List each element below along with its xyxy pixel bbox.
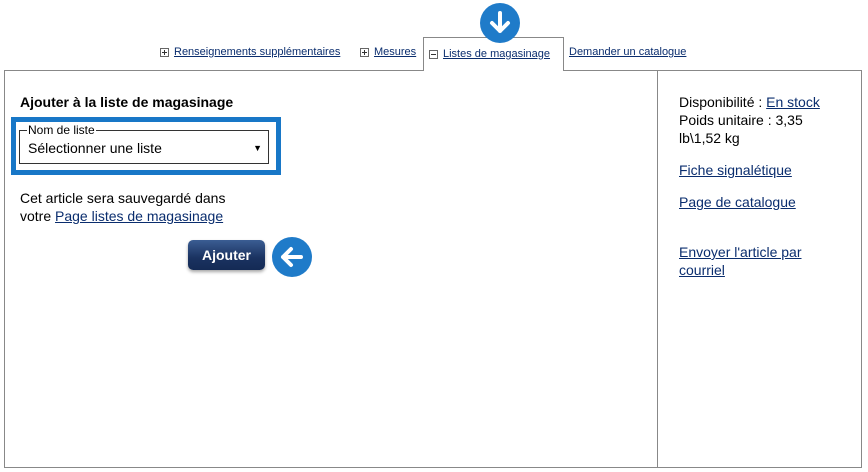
collapse-icon[interactable] [429,49,438,59]
tab-renseignements[interactable]: Renseignements supplémentaires [160,46,340,58]
tab-mesures[interactable]: Mesures [360,46,416,58]
expand-icon[interactable] [160,47,169,57]
tab-listes-label[interactable]: Listes de magasinage [443,48,550,60]
column-divider [657,70,658,468]
expand-icon[interactable] [360,47,369,57]
tab-mesures-label[interactable]: Mesures [374,46,416,58]
tab-renseignements-label[interactable]: Renseignements supplémentaires [174,46,340,58]
arrow-down-icon [480,3,520,43]
arrow-left-icon [272,237,312,277]
page: Renseignements supplémentaires Mesures L… [0,0,868,472]
tab-catalogue-label[interactable]: Demander un catalogue [569,46,686,58]
content-panel [4,70,862,468]
tab-catalogue[interactable]: Demander un catalogue [569,46,686,58]
